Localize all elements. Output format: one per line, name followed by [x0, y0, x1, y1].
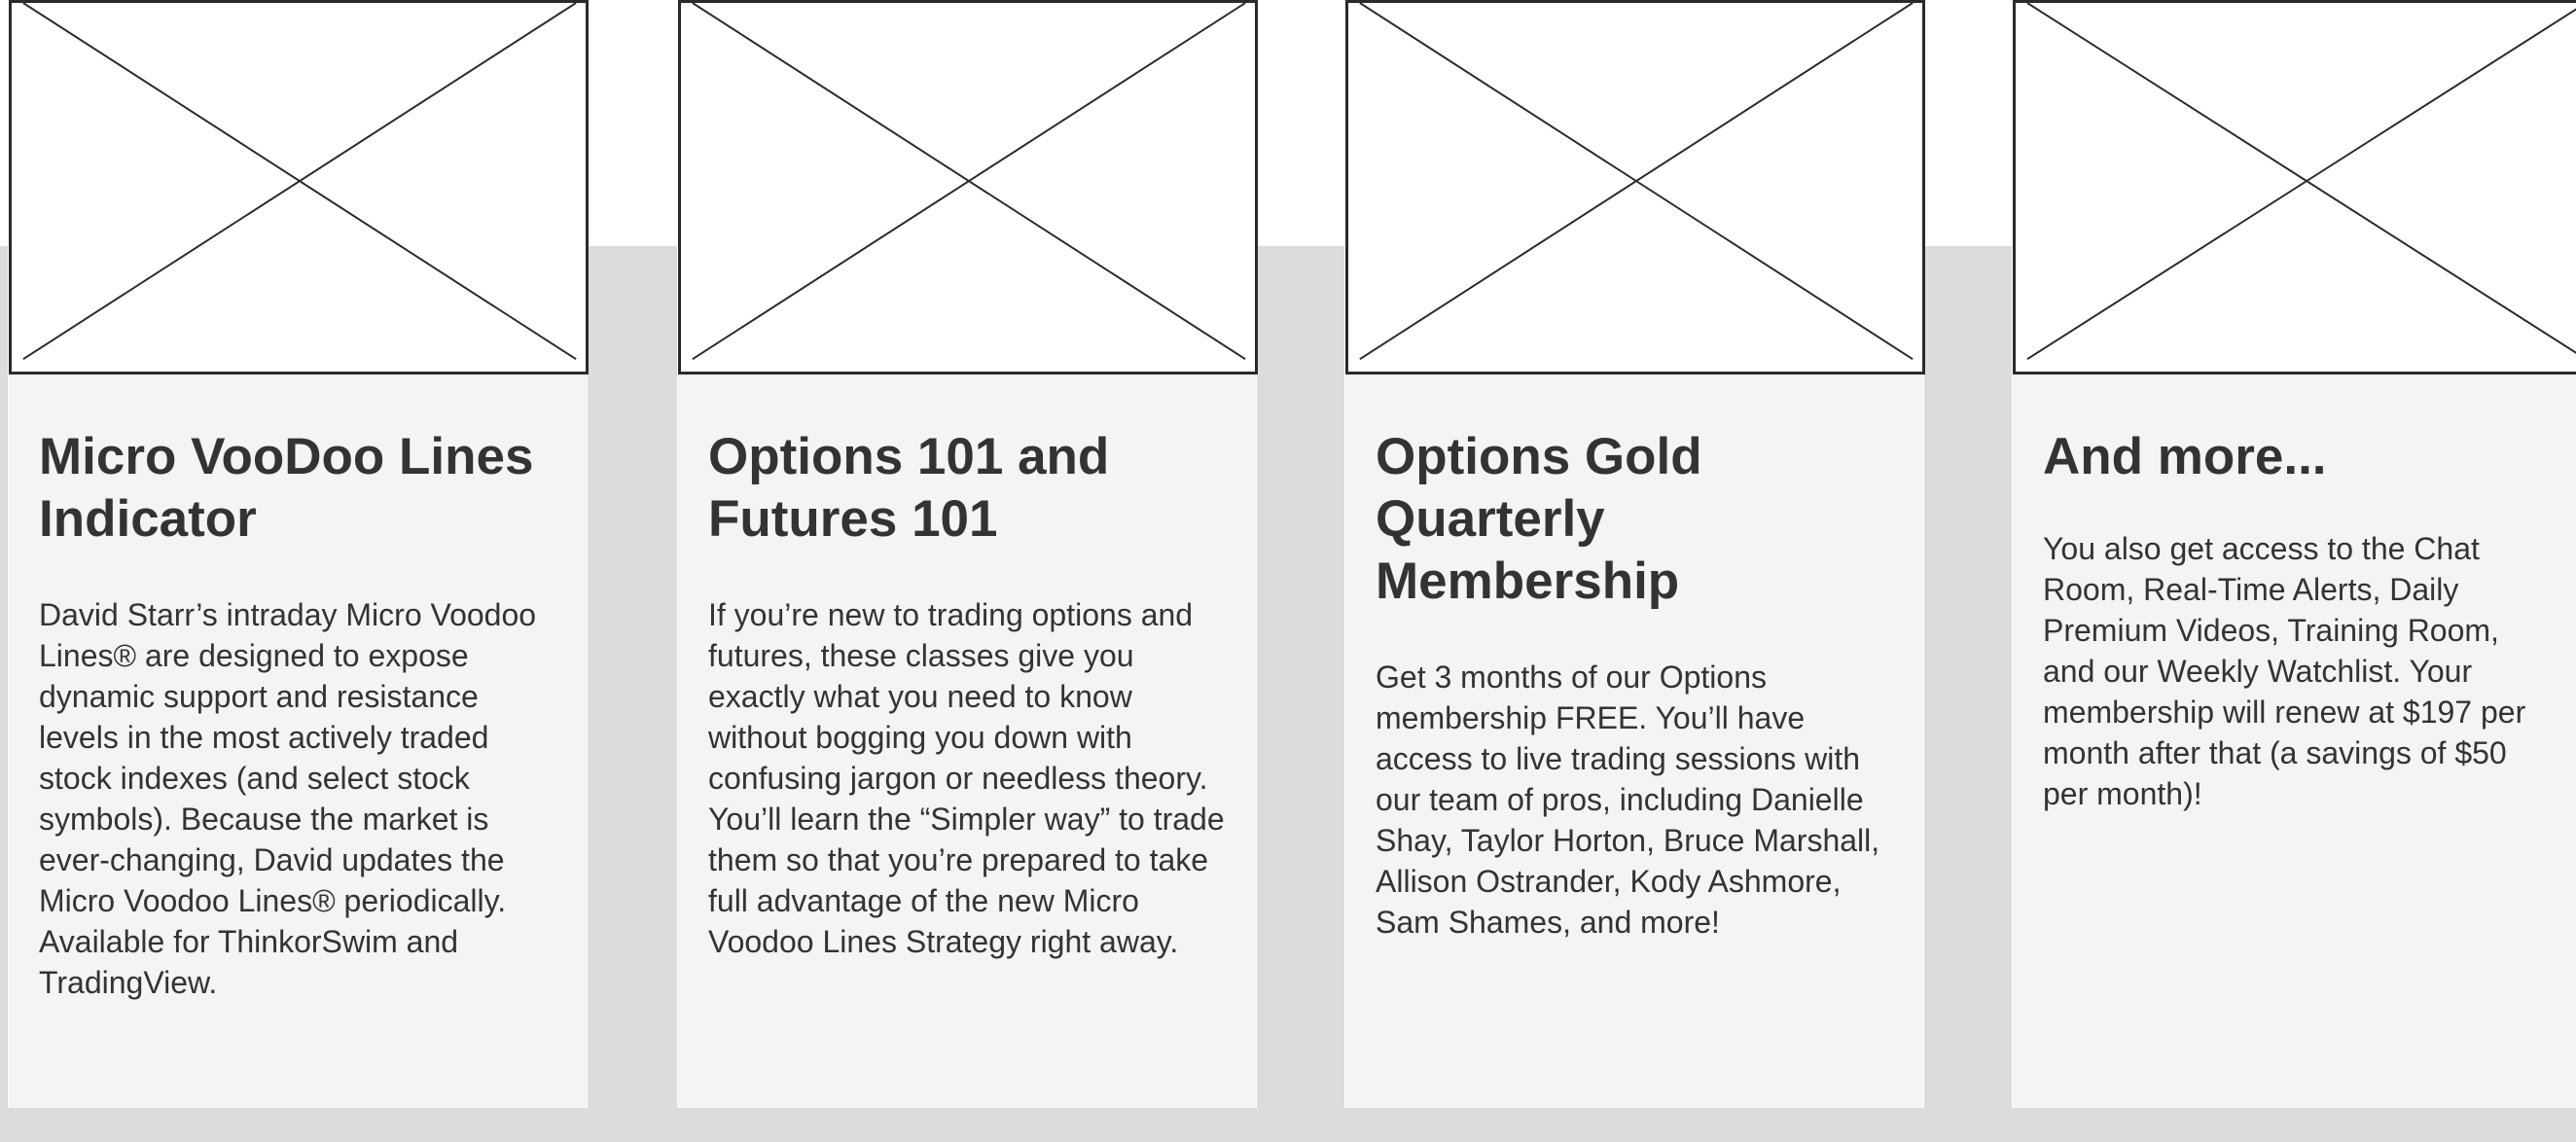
- card-description: David Starr’s intraday Micro Voodoo Line…: [39, 597, 537, 1000]
- placeholder-image-icon: [678, 0, 1258, 375]
- card-content: Micro VooDoo Lines Indicator David Starr…: [39, 426, 564, 1003]
- card-description: If you’re new to trading options and fut…: [708, 597, 1225, 959]
- card-content: Options 101 and Futures 101 If you’re ne…: [708, 426, 1234, 962]
- feature-card-voodoo-lines: Micro VooDoo Lines Indicator David Starr…: [8, 0, 589, 1108]
- card-description: Get 3 months of our Options membership F…: [1376, 660, 1880, 940]
- placeholder-image-icon: [9, 0, 589, 375]
- placeholder-image-icon: [2013, 0, 2576, 375]
- card-content: And more... You also get access to the C…: [2043, 426, 2558, 814]
- placeholder-image-icon: [1345, 0, 1925, 375]
- card-description: You also get access to the Chat Room, Re…: [2043, 531, 2526, 811]
- card-content: Options Gold Quarterly Membership Get 3 …: [1376, 426, 1901, 943]
- card-title: Options Gold Quarterly Membership: [1376, 428, 1702, 610]
- card-title: Options 101 and Futures 101: [708, 428, 1110, 548]
- feature-card-options-gold: Options Gold Quarterly Membership Get 3 …: [1344, 0, 1925, 1108]
- card-title: And more...: [2043, 428, 2327, 485]
- card-title: Micro VooDoo Lines Indicator: [39, 428, 534, 548]
- feature-card-options-futures-101: Options 101 and Futures 101 If you’re ne…: [677, 0, 1258, 1108]
- feature-card-and-more: And more... You also get access to the C…: [2012, 0, 2576, 1108]
